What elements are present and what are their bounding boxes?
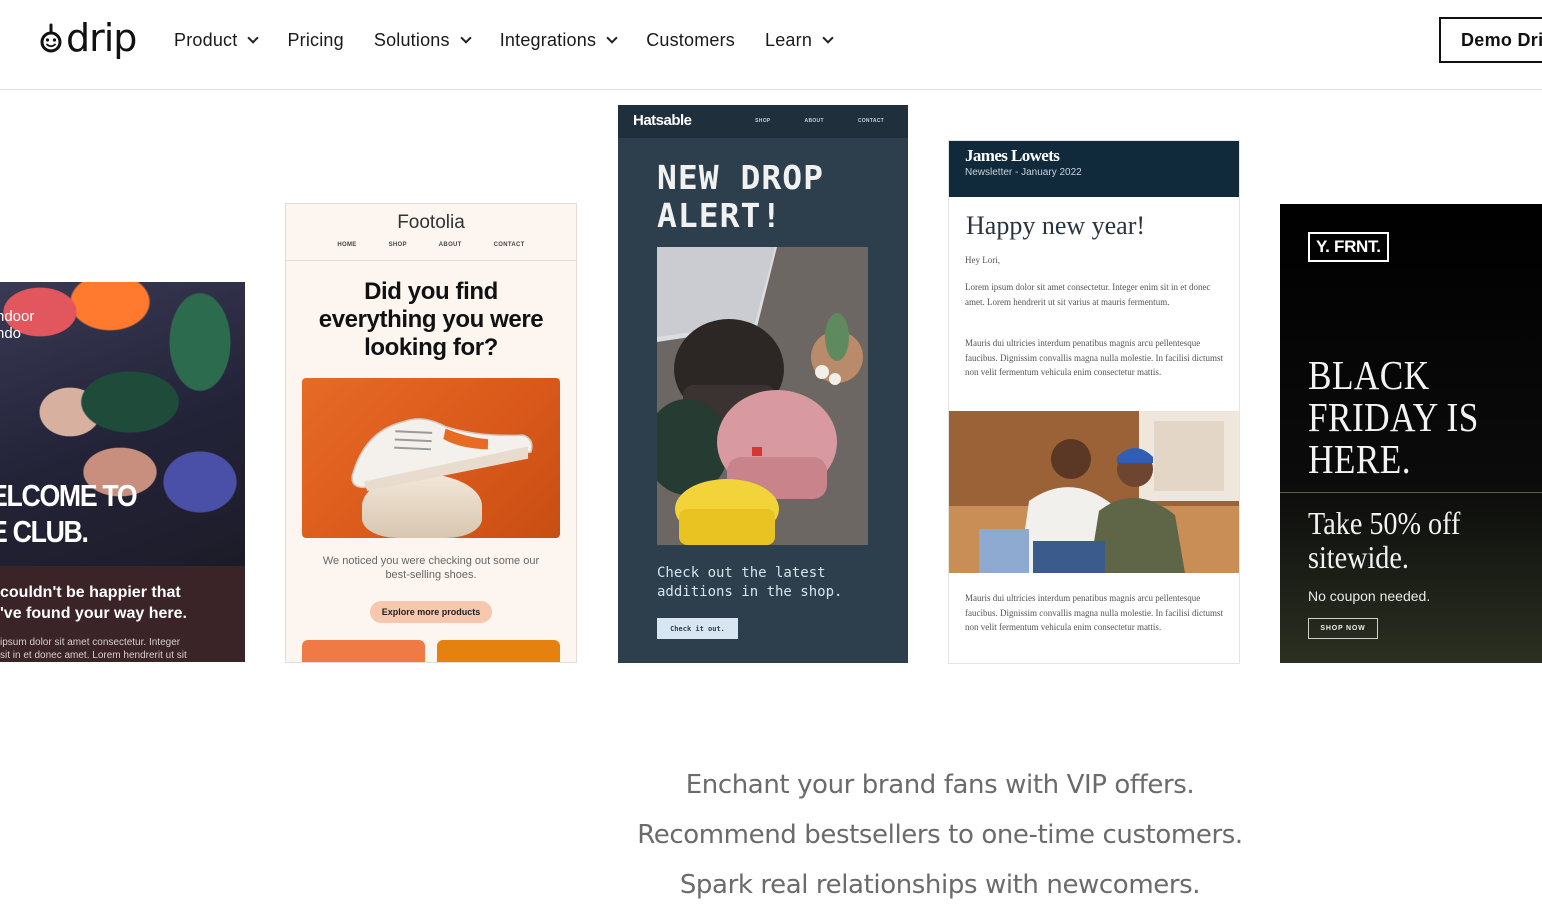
footolia-nav-item: CONTACT <box>493 242 525 248</box>
email-card-club: ndoor ndo ELCOME TO E CLUB. couldn't be … <box>0 282 245 662</box>
footolia-note: We noticed you were checking out some ou… <box>322 555 540 581</box>
footolia-nav: HOME SHOP ABOUT CONTACT <box>286 242 576 248</box>
nav-product-label: Product <box>174 29 238 50</box>
james-greeting: Hey Lori, <box>965 255 1000 265</box>
hatsable-headline: NEW DROP ALERT! <box>657 158 824 235</box>
nav-pricing[interactable]: Pricing <box>287 26 343 54</box>
nav-solutions-label: Solutions <box>373 29 450 50</box>
drip-logo-icon <box>40 23 62 53</box>
chevron-down-icon <box>460 31 472 44</box>
product-tile <box>437 640 560 662</box>
yfrnt-headline: BLACK FRIDAY IS HERE. <box>1308 352 1479 482</box>
nav-solutions[interactable]: Solutions <box>373 26 472 54</box>
footolia-nav-item: SHOP <box>388 242 407 248</box>
logo-text: drip <box>66 16 137 60</box>
nav-learn[interactable]: Learn <box>765 26 834 54</box>
james-headline: Happy new year! <box>966 211 1146 240</box>
nav-learn-label: Learn <box>765 29 813 50</box>
beanies-icon <box>657 247 868 545</box>
chevron-down-icon <box>247 31 260 44</box>
nav-pricing-label: Pricing <box>287 29 344 50</box>
yfrnt-note: No coupon needed. <box>1308 588 1431 604</box>
club-photo-text: ndoor ndo <box>0 308 35 342</box>
taglines: Enchant your brand fans with VIP offers.… <box>560 760 1320 906</box>
footolia-nav-item: ABOUT <box>438 242 462 248</box>
main-nav: Product Pricing Solutions Integrations C… <box>174 26 862 54</box>
email-card-hatsable: Hatsable SHOP ABOUT CONTACT NEW DROP ALE… <box>618 105 908 663</box>
yfrnt-divider <box>1280 492 1542 493</box>
nav-product[interactable]: Product <box>174 26 260 54</box>
club-headline: ELCOME TO E CLUB. <box>0 478 138 549</box>
james-brand: James Lowets <box>965 146 1060 165</box>
nav-integrations[interactable]: Integrations <box>499 26 618 54</box>
james-paragraph: Mauris dui ultricies interdum penatibus … <box>965 338 1223 378</box>
footolia-headline: Did you find everything you were looking… <box>318 278 544 361</box>
james-paragraph: Lorem ipsum dolor sit amet consectetur. … <box>965 282 1211 307</box>
nav-customers-label: Customers <box>646 29 736 50</box>
hatsable-brand: Hatsable <box>633 112 692 129</box>
footolia-nav-item: HOME <box>337 242 357 248</box>
friends-photo <box>949 411 1239 573</box>
explore-products-button[interactable]: Explore more products <box>370 601 492 623</box>
club-body: ipsum dolor sit amet consectetur. Intege… <box>0 637 187 661</box>
drip-logo[interactable]: drip <box>38 16 137 60</box>
product-tile <box>302 640 425 662</box>
footolia-brand: Footolia <box>397 212 465 233</box>
tagline: Recommend bestsellers to one-time custom… <box>637 820 1243 850</box>
hatsable-nav-item: CONTACT <box>857 118 884 124</box>
yfrnt-logo: Y. FRNT. <box>1308 232 1389 262</box>
chevron-down-icon <box>606 31 618 44</box>
yfrnt-offer: Take 50% off sitewide. <box>1308 505 1461 575</box>
demo-button[interactable]: Demo Dri <box>1439 17 1542 63</box>
james-header: James Lowets Newsletter - January 2022 <box>949 141 1239 197</box>
shop-now-button[interactable]: SHOP NOW <box>1308 618 1378 639</box>
tagline: Spark real relationships with newcomers. <box>679 870 1201 900</box>
tagline: Enchant your brand fans with VIP offers. <box>685 770 1195 800</box>
hatsable-header: Hatsable SHOP ABOUT CONTACT <box>618 105 908 138</box>
sneaker-icon <box>351 418 533 492</box>
check-it-out-button[interactable]: Check it out. <box>657 618 738 639</box>
hatsable-nav: SHOP ABOUT CONTACT <box>755 118 884 124</box>
hatsable-nav-item: SHOP <box>755 118 771 124</box>
friends-photo-icon <box>949 411 1239 573</box>
hands-photo: ndoor ndo ELCOME TO E CLUB. <box>0 282 245 566</box>
email-card-footolia: Footolia HOME SHOP ABOUT CONTACT Did you… <box>285 203 577 663</box>
james-newsletter-date: Newsletter - January 2022 <box>965 167 1082 178</box>
hatsable-nav-item: ABOUT <box>804 118 824 124</box>
footolia-header: Footolia HOME SHOP ABOUT CONTACT <box>286 204 576 261</box>
james-paragraph: Mauris dui ultricies interdum penatibus … <box>965 593 1223 633</box>
sneaker-image <box>302 378 560 538</box>
beanies-image <box>657 247 868 545</box>
site-header: drip Product Pricing Solutions Integrati… <box>0 0 1542 90</box>
hatsable-copy: Check out the latest additions in the sh… <box>657 565 843 600</box>
club-subheadline: couldn't be happier that 've found your … <box>0 584 187 622</box>
nav-customers[interactable]: Customers <box>646 26 735 54</box>
email-card-yfrnt: Y. FRNT. BLACK FRIDAY IS HERE. Take 50% … <box>1280 204 1542 663</box>
email-card-james-lowets: James Lowets Newsletter - January 2022 H… <box>948 140 1240 664</box>
nav-integrations-label: Integrations <box>499 29 597 50</box>
chevron-down-icon <box>822 31 834 44</box>
